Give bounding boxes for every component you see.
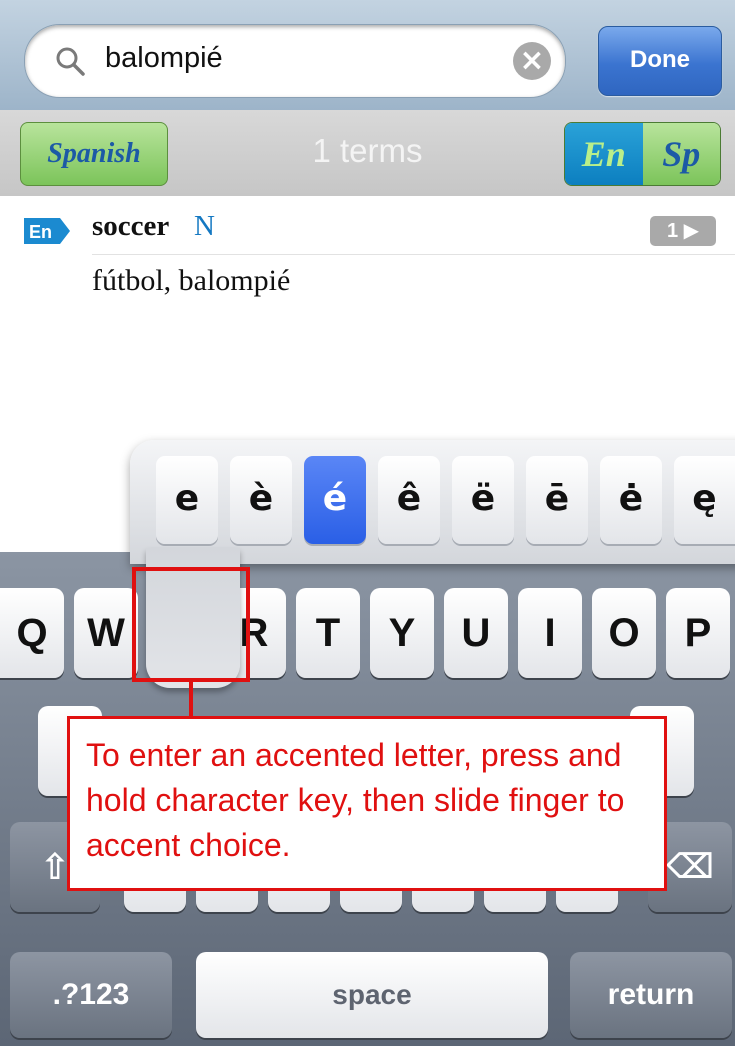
return-key[interactable]: return <box>570 952 732 1038</box>
badge-label: En <box>29 222 52 242</box>
headword: soccer <box>92 210 170 242</box>
key-t[interactable]: T <box>296 588 360 678</box>
accent-option-e-acute[interactable]: é <box>304 456 366 544</box>
key-y[interactable]: Y <box>370 588 434 678</box>
key-q[interactable]: Q <box>0 588 64 678</box>
divider <box>92 254 735 255</box>
search-input[interactable]: balompié × <box>24 24 566 98</box>
toggle-sp[interactable]: Sp <box>642 123 720 185</box>
callout-connector <box>189 682 193 716</box>
search-query[interactable]: balompié <box>105 42 223 75</box>
translation: fútbol, balompié <box>92 264 291 297</box>
search-icon <box>56 47 85 76</box>
accent-option-e-grave[interactable]: è <box>230 456 292 544</box>
key-w[interactable]: W <box>74 588 138 678</box>
accent-option-e-ogonek[interactable]: ę <box>674 456 735 544</box>
en-language-badge-icon: En <box>24 218 70 244</box>
toggle-en[interactable]: En <box>565 123 643 185</box>
sense-count-button[interactable]: 1 ▶ <box>650 216 716 246</box>
accent-option-e[interactable]: e <box>156 456 218 544</box>
accent-option-e-diaeresis[interactable]: ë <box>452 456 514 544</box>
key-p[interactable]: P <box>666 588 730 678</box>
key-i[interactable]: I <box>518 588 582 678</box>
accent-option-e-macron[interactable]: ē <box>526 456 588 544</box>
search-bar: balompié × Done <box>0 0 735 111</box>
highlight-box <box>132 567 250 682</box>
key-o[interactable]: O <box>592 588 656 678</box>
accent-option-e-dot[interactable]: ė <box>600 456 662 544</box>
done-button[interactable]: Done <box>598 26 722 96</box>
space-key[interactable]: space <box>196 952 548 1038</box>
direction-toggle[interactable]: En Sp <box>564 122 721 186</box>
accent-option-e-circumflex[interactable]: ê <box>378 456 440 544</box>
key-u[interactable]: U <box>444 588 508 678</box>
filter-bar: Spanish 1 terms En Sp <box>0 110 735 196</box>
instruction-callout: To enter an accented letter, press and h… <box>67 716 667 891</box>
numbers-mode-key[interactable]: .?123 <box>10 952 172 1038</box>
part-of-speech: N <box>194 210 215 242</box>
clear-search-icon[interactable]: × <box>513 42 551 80</box>
